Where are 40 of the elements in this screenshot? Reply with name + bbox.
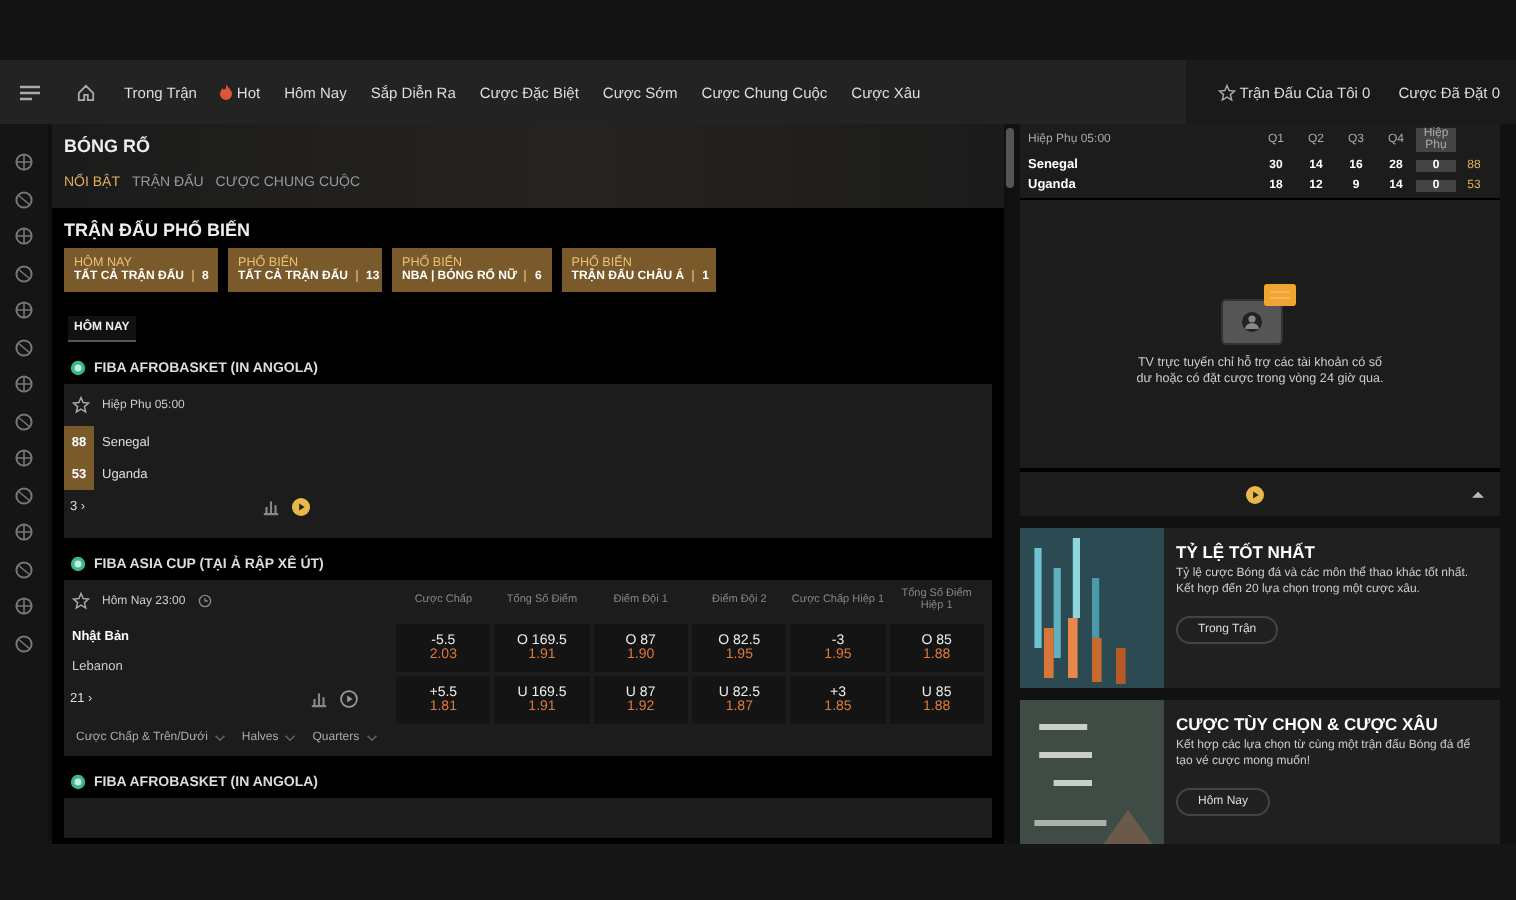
sport-icon[interactable]: [14, 152, 34, 172]
star-icon[interactable]: [72, 592, 90, 610]
play-icon[interactable]: [292, 498, 310, 516]
stats-icon[interactable]: [262, 498, 280, 516]
tv-icon: [1220, 279, 1300, 348]
sport-icon[interactable]: [14, 226, 34, 246]
league-icon: [70, 360, 86, 376]
menu-icon[interactable]: [20, 83, 40, 101]
play-icon[interactable]: [1245, 485, 1263, 503]
chevron-icon: [213, 734, 226, 742]
sport-icon[interactable]: [14, 559, 34, 579]
league-icon: [70, 556, 86, 572]
star-icon[interactable]: [72, 396, 90, 414]
scrollbar[interactable]: [1006, 128, 1014, 188]
clock-icon: [197, 594, 212, 608]
home-icon[interactable]: [76, 83, 96, 101]
chevron-icon: [284, 734, 297, 742]
collapse-icon[interactable]: [1472, 490, 1484, 498]
league-icon: [70, 774, 86, 790]
match-card[interactable]: [64, 580, 992, 756]
stats-icon[interactable]: [310, 690, 328, 708]
sport-icon[interactable]: [14, 485, 34, 505]
sport-icon[interactable]: [14, 263, 34, 283]
sport-title: BÓNG RỔ: [64, 136, 153, 156]
sport-icon[interactable]: [14, 522, 34, 542]
section-title: TRẬN ĐẤU PHỔ BIẾN: [64, 220, 251, 240]
promo-title: TỶ LỆ TỐT NHẤT: [1176, 542, 1315, 562]
sport-icon[interactable]: [14, 189, 34, 209]
sport-icon[interactable]: [14, 300, 34, 320]
sport-icon[interactable]: [14, 337, 34, 357]
sport-icon[interactable]: [14, 633, 34, 653]
sport-icon[interactable]: [14, 448, 34, 468]
sport-icon[interactable]: [14, 411, 34, 431]
promo-title: CƯỢC TÙY CHỌN & CƯỢC XÂU: [1176, 714, 1438, 734]
play-icon[interactable]: [340, 690, 358, 708]
sport-icon[interactable]: [14, 596, 34, 616]
sport-icon[interactable]: [14, 374, 34, 394]
star-icon: [1217, 83, 1236, 101]
chevron-icon: [365, 734, 378, 742]
flame-icon: [220, 84, 233, 100]
